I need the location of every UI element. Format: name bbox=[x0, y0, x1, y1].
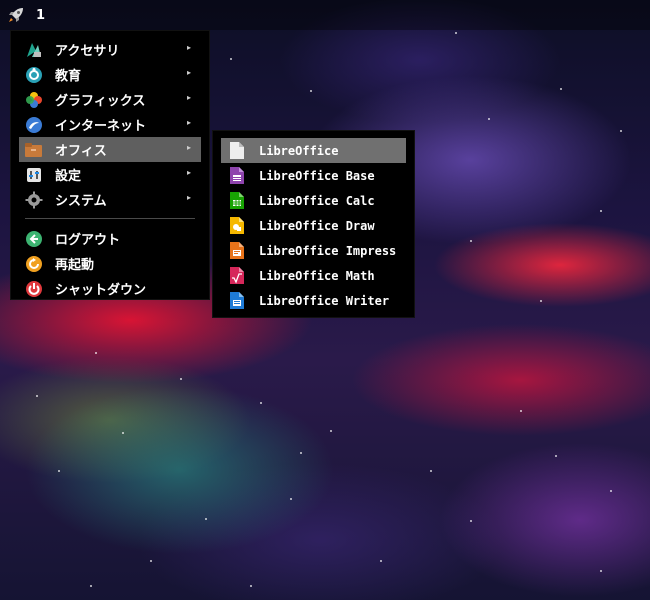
logout-icon bbox=[24, 229, 43, 248]
menu-item-reboot[interactable]: 再起動 bbox=[19, 251, 201, 276]
libreoffice-writer-icon bbox=[229, 292, 245, 310]
menu-item-system[interactable]: システム ▸ bbox=[19, 187, 201, 212]
shutdown-icon bbox=[24, 279, 43, 298]
workspace-indicator[interactable]: 1 bbox=[36, 8, 45, 23]
menu-item-libreoffice-writer[interactable]: LibreOffice Writer bbox=[221, 288, 406, 313]
menu-item-label: グラフィックス bbox=[55, 94, 146, 109]
settings-icon bbox=[24, 165, 43, 184]
libreoffice-math-icon bbox=[229, 267, 245, 285]
submenu-arrow-icon: ▸ bbox=[186, 68, 191, 77]
menu-item-libreoffice-calc[interactable]: LibreOffice Calc bbox=[221, 188, 406, 213]
submenu-arrow-icon: ▸ bbox=[186, 118, 191, 127]
menu-item-libreoffice-impress[interactable]: LibreOffice Impress bbox=[221, 238, 406, 263]
menu-item-label: インターネット bbox=[55, 119, 147, 134]
education-icon bbox=[24, 65, 43, 84]
menu-item-accessories[interactable]: アクセサリ ▸ bbox=[19, 37, 201, 62]
menu-item-internet[interactable]: インターネット ▸ bbox=[19, 112, 201, 137]
menu-item-logout[interactable]: ログアウト bbox=[19, 226, 201, 251]
libreoffice-base-icon bbox=[229, 167, 245, 185]
menu-item-label: 教育 bbox=[55, 69, 82, 84]
menu-item-label: オフィス bbox=[55, 144, 107, 159]
menu-item-label: 設定 bbox=[55, 169, 82, 184]
menu-separator bbox=[25, 218, 195, 219]
menu-item-shutdown[interactable]: シャットダウン bbox=[19, 276, 201, 301]
graphics-icon bbox=[24, 90, 43, 109]
submenu-arrow-icon: ▸ bbox=[186, 43, 191, 52]
top-panel: 1 bbox=[0, 0, 650, 30]
menu-item-libreoffice[interactable]: LibreOffice bbox=[221, 138, 406, 163]
libreoffice-icon bbox=[229, 142, 245, 160]
menu-item-label: アクセサリ bbox=[55, 44, 120, 59]
menu-item-label: LibreOffice Impress bbox=[259, 243, 397, 258]
libreoffice-draw-icon bbox=[229, 217, 245, 235]
submenu-arrow-icon: ▸ bbox=[186, 143, 191, 152]
submenu-arrow-icon: ▸ bbox=[186, 93, 191, 102]
menu-item-label: LibreOffice bbox=[259, 143, 339, 158]
menu-item-label: シャットダウン bbox=[55, 283, 147, 298]
menu-item-libreoffice-draw[interactable]: LibreOffice Draw bbox=[221, 213, 406, 238]
rocket-icon[interactable] bbox=[2, 1, 30, 29]
office-submenu: LibreOffice LibreOffice Base LibreOffice… bbox=[212, 130, 415, 318]
menu-item-label: ログアウト bbox=[55, 233, 121, 248]
menu-item-label: LibreOffice Draw bbox=[259, 218, 375, 233]
submenu-arrow-icon: ▸ bbox=[186, 193, 191, 202]
libreoffice-calc-icon bbox=[229, 192, 245, 210]
office-icon bbox=[24, 140, 43, 159]
menu-item-education[interactable]: 教育 ▸ bbox=[19, 62, 201, 87]
reboot-icon bbox=[24, 254, 43, 273]
menu-item-label: 再起動 bbox=[55, 258, 95, 273]
menu-item-settings[interactable]: 設定 ▸ bbox=[19, 162, 201, 187]
menu-item-graphics[interactable]: グラフィックス ▸ bbox=[19, 87, 201, 112]
internet-icon bbox=[24, 115, 43, 134]
menu-item-libreoffice-base[interactable]: LibreOffice Base bbox=[221, 163, 406, 188]
menu-item-label: LibreOffice Base bbox=[259, 168, 375, 183]
menu-item-label: LibreOffice Math bbox=[259, 268, 375, 283]
menu-item-label: LibreOffice Writer bbox=[259, 293, 390, 308]
submenu-arrow-icon: ▸ bbox=[186, 168, 191, 177]
menu-item-label: LibreOffice Calc bbox=[259, 193, 375, 208]
libreoffice-impress-icon bbox=[229, 242, 245, 260]
accessories-icon bbox=[24, 40, 43, 59]
menu-item-libreoffice-math[interactable]: LibreOffice Math bbox=[221, 263, 406, 288]
menu-item-office[interactable]: オフィス ▸ bbox=[19, 137, 201, 162]
application-menu: アクセサリ ▸ 教育 ▸ グラフィックス ▸ インターネット ▸ オフィス ▸ bbox=[10, 30, 210, 300]
system-icon bbox=[24, 190, 43, 209]
menu-item-label: システム bbox=[55, 194, 107, 209]
